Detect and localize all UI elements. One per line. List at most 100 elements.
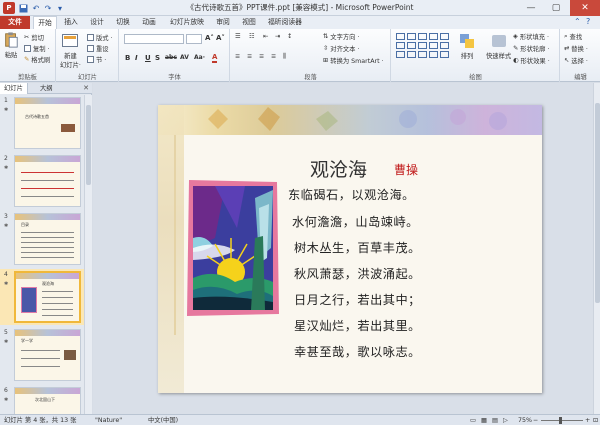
slide-thumbnail[interactable]: 5 ✱ 学一学: [0, 327, 84, 383]
tab-design[interactable]: 设计: [86, 16, 108, 29]
ribbon-collapse-icon[interactable]: ⌃: [574, 17, 581, 26]
shape-icon[interactable]: [440, 51, 449, 58]
tab-transitions[interactable]: 切换: [112, 16, 134, 29]
increase-indent-button[interactable]: ⇥: [275, 33, 280, 40]
zoom-out-icon[interactable]: −: [533, 415, 538, 425]
section-button[interactable]: 节 ·: [87, 55, 106, 64]
shape-icon[interactable]: [429, 42, 438, 49]
canvas-scrollbar[interactable]: [593, 83, 600, 414]
columns-button[interactable]: ⫼: [283, 53, 286, 61]
align-text-button[interactable]: ⇳ 对齐文本 ·: [323, 44, 359, 53]
slide-thumbnail[interactable]: 2 ✱: [0, 153, 84, 209]
cut-button[interactable]: ✂ 剪切: [24, 33, 44, 42]
shadow-button[interactable]: S: [155, 54, 160, 62]
shape-icon[interactable]: [407, 51, 416, 58]
strikethrough-button[interactable]: abc: [165, 54, 177, 61]
tab-slideshow[interactable]: 幻灯片放映: [166, 16, 208, 29]
numbering-button[interactable]: ☷: [249, 33, 255, 40]
shape-icon[interactable]: [418, 33, 427, 40]
select-button[interactable]: ↖ 选择 ·: [564, 56, 588, 65]
minimize-button[interactable]: —: [520, 0, 542, 16]
shape-icon[interactable]: [396, 42, 405, 49]
bold-button[interactable]: B: [125, 54, 130, 62]
tab-slides[interactable]: 幻灯片: [0, 83, 28, 94]
convert-smartart-button[interactable]: ⊞ 转换为 SmartArt ·: [323, 56, 384, 65]
shape-outline-button[interactable]: ✎ 形状轮廓 ·: [513, 44, 549, 53]
slide-thumbnail[interactable]: 3 ✱ 目录: [0, 211, 84, 267]
font-name-combo[interactable]: [124, 34, 184, 44]
align-right-button[interactable]: ≡: [259, 53, 264, 60]
slide-thumbnail[interactable]: 6 ✱ 次北固山下: [0, 385, 84, 414]
find-button[interactable]: ⌕ 查找: [564, 32, 582, 42]
shape-effects-button[interactable]: ◐ 形状效果 ·: [513, 56, 550, 65]
tab-insert[interactable]: 插入: [60, 16, 82, 29]
new-slide-button[interactable]: 新建 幻灯片·: [60, 33, 81, 69]
paste-button[interactable]: 粘贴: [3, 32, 19, 59]
shape-icon[interactable]: [396, 33, 405, 40]
shape-icon[interactable]: [429, 51, 438, 58]
language-status[interactable]: 中文(中国): [148, 415, 178, 425]
reading-view-icon[interactable]: ▤: [492, 415, 498, 425]
thumbnails-scrollbar[interactable]: [84, 95, 92, 414]
bullets-button[interactable]: ☰: [235, 33, 241, 40]
maximize-button[interactable]: ▢: [545, 0, 567, 16]
zoom-slider[interactable]: [541, 420, 583, 421]
change-case-button[interactable]: Aa·: [194, 54, 205, 61]
replace-button[interactable]: ⇄ 替换 ·: [564, 44, 588, 53]
slide-thumbnail[interactable]: 1 ✱ 古代诗歌五首: [0, 95, 84, 151]
poem-illustration[interactable]: [185, 178, 281, 318]
text-direction-button[interactable]: ⇅ 文字方向 ·: [323, 32, 359, 41]
normal-view-icon[interactable]: ▭: [470, 415, 476, 425]
line-spacing-button[interactable]: ↕: [287, 33, 292, 40]
tab-foxit[interactable]: 福昕阅读器: [265, 16, 305, 29]
help-icon[interactable]: ?: [586, 17, 590, 26]
zoom-in-icon[interactable]: +: [585, 415, 590, 425]
shape-icon[interactable]: [440, 33, 449, 40]
shape-icon[interactable]: [418, 51, 427, 58]
shape-icon[interactable]: [407, 42, 416, 49]
scrollbar-thumb[interactable]: [86, 105, 91, 185]
slide-title[interactable]: 观沧海: [310, 155, 367, 182]
zoom-level[interactable]: 75%: [518, 415, 532, 425]
underline-button[interactable]: U: [145, 54, 151, 62]
font-size-combo[interactable]: [186, 34, 202, 44]
zoom-slider-thumb[interactable]: [559, 417, 562, 424]
tab-view[interactable]: 视图: [238, 16, 260, 29]
shape-icon[interactable]: [396, 51, 405, 58]
shape-icon[interactable]: [418, 42, 427, 49]
arrange-button[interactable]: 排列: [459, 33, 475, 60]
slide-sorter-icon[interactable]: ▦: [481, 415, 487, 425]
decrease-indent-button[interactable]: ⇤: [263, 33, 268, 40]
fit-slide-icon[interactable]: ⊡: [593, 415, 598, 425]
slide-author[interactable]: 曹操: [394, 161, 418, 178]
close-button[interactable]: ✕: [570, 0, 600, 16]
align-center-button[interactable]: ≡: [247, 53, 252, 60]
shape-icon[interactable]: [440, 42, 449, 49]
shape-icon[interactable]: [407, 33, 416, 40]
quick-styles-button[interactable]: 快速样式: [486, 33, 511, 60]
tab-review[interactable]: 审阅: [212, 16, 234, 29]
slide-thumbnail-active[interactable]: 4 ✱ 观沧海: [0, 269, 84, 325]
tab-home[interactable]: 开始: [33, 16, 57, 29]
copy-button[interactable]: 复制 ·: [24, 44, 50, 53]
italic-button[interactable]: I: [135, 54, 138, 62]
slideshow-icon[interactable]: ▷: [503, 415, 508, 425]
font-color-button[interactable]: A: [212, 53, 218, 63]
tab-file[interactable]: 文件: [0, 16, 30, 29]
shape-fill-button[interactable]: ◈ 形状填充 ·: [513, 32, 549, 41]
current-slide[interactable]: 观沧海 曹操 东临碣石，以观沧海。 水何澹澹，山岛竦峙。 树木丛生，百草丰茂。 …: [158, 105, 542, 393]
justify-button[interactable]: ≡: [271, 53, 276, 60]
tab-animations[interactable]: 动画: [138, 16, 160, 29]
layout-button[interactable]: 版式 ·: [87, 33, 113, 42]
shapes-gallery[interactable]: [396, 33, 449, 58]
align-left-button[interactable]: ≡: [235, 53, 240, 60]
reset-button[interactable]: 重设: [87, 44, 109, 53]
shrink-font-button[interactable]: A˅: [216, 34, 225, 42]
canvas-scrollbar-thumb[interactable]: [595, 103, 600, 303]
format-painter-button[interactable]: ✎ 格式刷: [24, 55, 50, 64]
close-panel-icon[interactable]: ✕: [83, 84, 89, 92]
shape-icon[interactable]: [429, 33, 438, 40]
grow-font-button[interactable]: A˄: [205, 34, 214, 42]
tab-outline[interactable]: 大纲: [36, 83, 57, 94]
char-spacing-button[interactable]: AV: [180, 54, 189, 61]
